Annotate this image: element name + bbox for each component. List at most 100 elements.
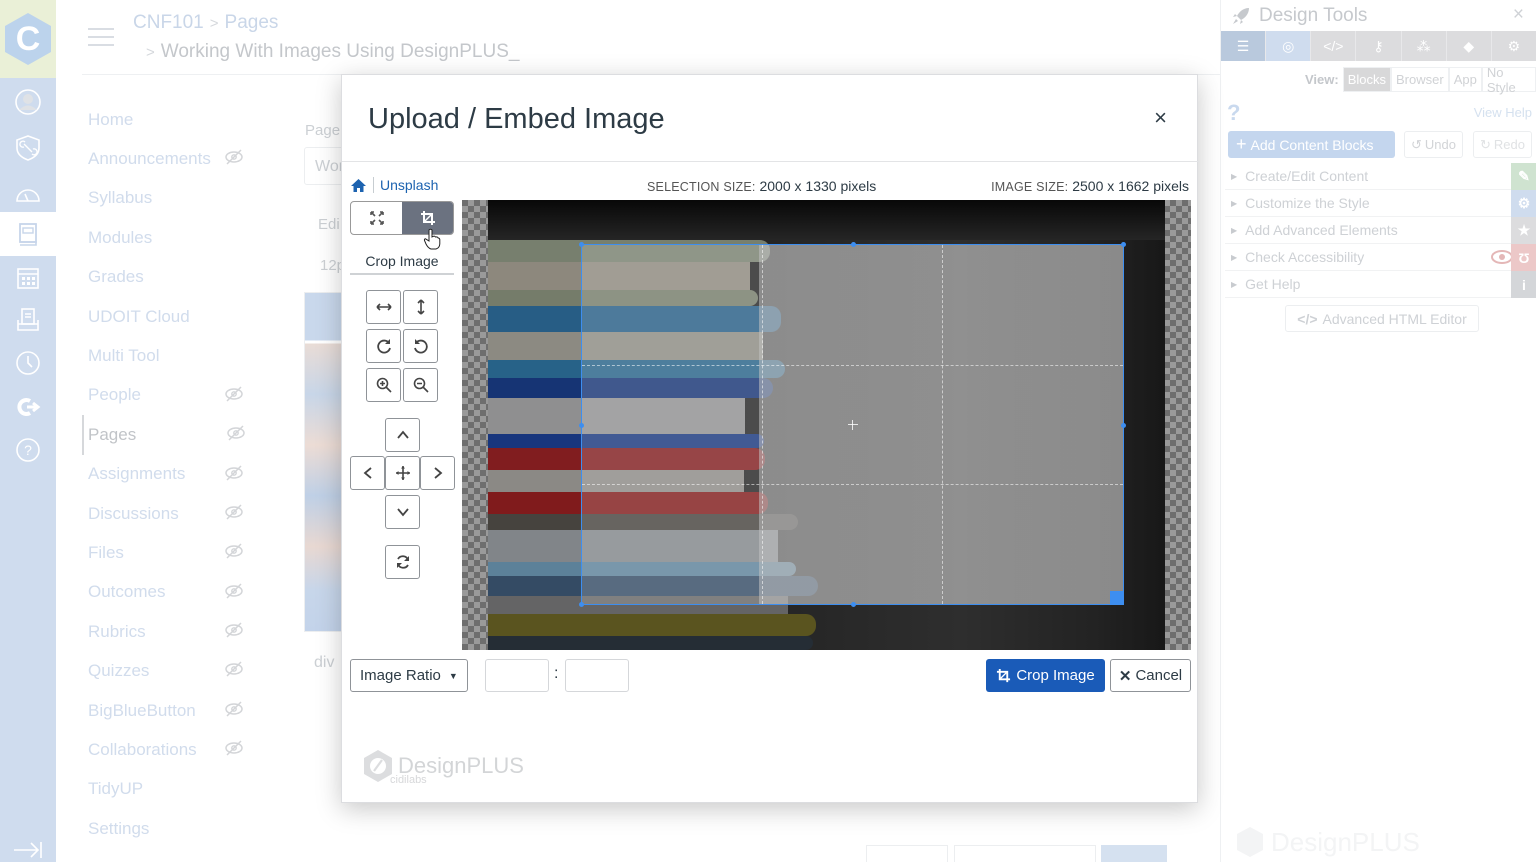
global-nav-inbox[interactable] (0, 298, 56, 342)
rotate-left-button[interactable] (403, 329, 438, 363)
course-nav-item-rubrics[interactable]: Rubrics (82, 612, 282, 651)
global-nav-help[interactable]: ? (0, 428, 56, 472)
cancel-button[interactable]: ✕ Cancel (1110, 659, 1191, 692)
course-nav-item-udoit-cloud[interactable]: UDOIT Cloud (82, 297, 282, 336)
crop-handle-se[interactable] (1110, 591, 1124, 605)
view-help-link[interactable]: View Help (1474, 105, 1532, 120)
global-nav-admin[interactable] (0, 126, 56, 170)
move-up-button[interactable] (385, 418, 420, 452)
global-nav-history[interactable] (0, 341, 56, 385)
view-option-app[interactable]: App (1448, 67, 1482, 92)
accordion-customize-the-style[interactable]: ▶ Customize the Style (1225, 190, 1513, 217)
image-ratio-dropdown[interactable]: Image Ratio ▼ (350, 659, 468, 692)
tab-settings[interactable]: ⚙ (1491, 31, 1536, 61)
footer-save-button[interactable] (1101, 845, 1167, 862)
course-nav-item-files[interactable]: Files (82, 533, 282, 572)
ratio-width-input[interactable] (485, 659, 549, 692)
rotate-right-button[interactable] (366, 329, 401, 363)
dialog-close-button[interactable]: × (1154, 105, 1167, 131)
tab-blocks[interactable]: ☰ (1221, 31, 1267, 61)
gear-icon[interactable]: ⚙ (1511, 190, 1536, 217)
course-nav-item-grades[interactable]: Grades (82, 258, 282, 297)
course-nav-item-home[interactable]: Home (82, 100, 282, 139)
crop-selection-box[interactable] (579, 242, 1126, 607)
home-icon[interactable] (350, 178, 367, 193)
course-nav-item-modules[interactable]: Modules (82, 218, 282, 257)
canvas-logo[interactable]: C (0, 0, 56, 78)
accordion-get-help[interactable]: ▶ Get Help (1225, 271, 1513, 298)
add-content-blocks-button[interactable]: + Add Content Blocks (1228, 131, 1395, 158)
advanced-html-editor-button[interactable]: </> Advanced HTML Editor (1285, 305, 1479, 332)
tab-key[interactable]: ⚷ (1356, 31, 1402, 61)
crop-handle-s[interactable] (850, 602, 856, 607)
eye-icon[interactable] (1491, 250, 1513, 264)
course-nav-item-multi-tool[interactable]: Multi Tool (82, 336, 282, 375)
redo-button[interactable]: ↻ Redo (1473, 131, 1532, 158)
footer-button-2[interactable] (954, 845, 1096, 862)
view-option-blocks[interactable]: Blocks (1342, 67, 1392, 92)
move-button[interactable] (385, 456, 420, 490)
global-nav-courses[interactable] (0, 212, 56, 256)
accordion-check-accessibility[interactable]: ▶ Check Accessibility (1225, 244, 1513, 271)
zoom-in-button[interactable] (366, 368, 401, 402)
course-nav-item-settings[interactable]: Settings (82, 809, 282, 848)
tab-code[interactable]: </> (1311, 31, 1357, 61)
gears-icon: ⚙ (1507, 37, 1521, 54)
accordion-add-advanced-elements[interactable]: ▶ Add Advanced Elements (1225, 217, 1513, 244)
course-nav-item-assignments[interactable]: Assignments (82, 455, 282, 494)
course-nav-item-syllabus[interactable]: Syllabus (82, 179, 282, 218)
course-nav-item-bigbluebutton[interactable]: BigBlueButton (82, 691, 282, 730)
page-title-value: Wor (315, 158, 345, 175)
course-nav-item-pages[interactable]: Pages (82, 415, 282, 455)
zoom-out-button[interactable] (403, 368, 438, 402)
view-option-no-style[interactable]: No Style (1481, 65, 1536, 95)
course-nav-item-announcements[interactable]: Announcements (82, 139, 282, 178)
editor-menu-edit[interactable]: Edi (318, 216, 340, 233)
flip-horizontal-button[interactable] (366, 290, 401, 324)
global-nav-commons[interactable] (0, 385, 56, 429)
image-cropper[interactable] (462, 200, 1191, 650)
reset-button[interactable] (385, 545, 420, 579)
stethoscope-icon[interactable]: Ʊ (1511, 244, 1536, 271)
unsplash-link[interactable]: Unsplash (380, 177, 438, 193)
ratio-height-input[interactable] (565, 659, 629, 692)
resize-mode-button[interactable] (351, 202, 402, 234)
tab-tags[interactable]: ◆ (1446, 31, 1492, 61)
course-nav-item-quizzes[interactable]: Quizzes (82, 651, 282, 690)
view-option-browser[interactable]: Browser (1391, 67, 1449, 92)
crop-handle-w[interactable] (579, 422, 584, 428)
design-tools-close-button[interactable]: × (1513, 4, 1524, 26)
course-nav-item-outcomes[interactable]: Outcomes (82, 573, 282, 612)
crop-handle-e[interactable] (1121, 422, 1126, 428)
crop-handle-n[interactable] (850, 242, 856, 247)
star-icon[interactable]: ★ (1511, 217, 1536, 244)
global-nav-dashboard[interactable] (0, 173, 56, 217)
course-nav-item-people[interactable]: People (82, 376, 282, 415)
breadcrumb-course[interactable]: CNF101 (133, 12, 204, 33)
accordion-create-edit-content[interactable]: ▶ Create/Edit Content (1225, 163, 1513, 190)
hamburger-menu-icon[interactable] (88, 28, 114, 48)
move-left-button[interactable] (350, 456, 385, 490)
tab-cubes[interactable]: ⁂ (1401, 31, 1447, 61)
collapse-nav-icon[interactable] (12, 840, 44, 860)
course-nav-item-collaborations[interactable]: Collaborations (82, 730, 282, 769)
course-nav-item-tidyup[interactable]: TidyUP (82, 770, 282, 809)
flip-vertical-button[interactable] (403, 290, 438, 324)
crop-handle-nw[interactable] (579, 242, 584, 247)
hidden-eye-icon (224, 622, 244, 638)
wand-icon[interactable]: ✎ (1511, 163, 1536, 190)
move-right-button[interactable] (420, 456, 455, 490)
help-question-icon[interactable]: ? (1227, 100, 1240, 126)
crop-image-button[interactable]: Crop Image (986, 659, 1105, 692)
info-icon[interactable]: i (1511, 271, 1536, 298)
tab-target[interactable]: ◎ (1266, 31, 1312, 61)
undo-button[interactable]: ↺ Undo (1404, 131, 1463, 158)
course-nav-item-discussions[interactable]: Discussions (82, 494, 282, 533)
global-nav-account[interactable] (0, 80, 56, 124)
crop-handle-ne[interactable] (1121, 242, 1126, 247)
breadcrumb-section[interactable]: Pages (225, 12, 279, 33)
move-down-button[interactable] (385, 495, 420, 529)
footer-button-1[interactable] (866, 845, 948, 862)
global-nav-calendar[interactable] (0, 256, 56, 300)
crop-handle-sw[interactable] (579, 602, 584, 607)
